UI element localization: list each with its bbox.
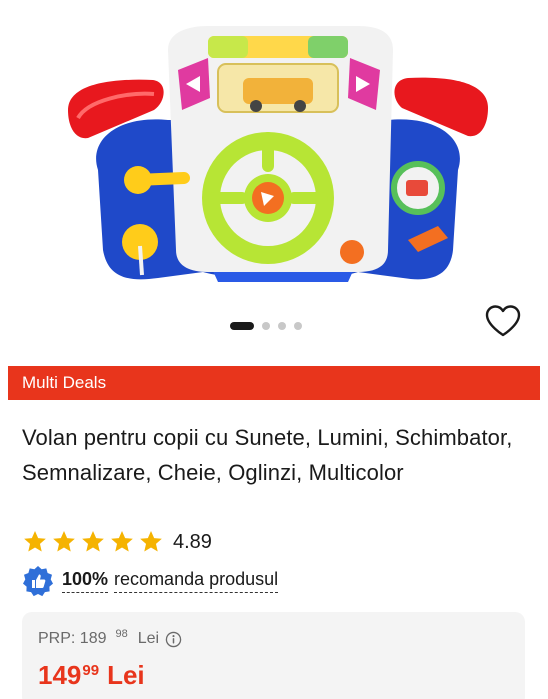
rating-stars	[22, 529, 164, 555]
prp-label: PRP: 189	[38, 630, 107, 647]
rating-summary[interactable]: 4.89	[22, 529, 212, 555]
price-currency: Lei	[107, 660, 145, 690]
price-box: PRP: 189 98 Lei 149 99 Lei	[22, 612, 525, 699]
price-decimals: 99	[82, 662, 100, 679]
recommended-retail-price: PRP: 189 98 Lei	[38, 628, 182, 648]
product-gallery[interactable]	[0, 0, 548, 348]
product-title: Volan pentru copii cu Sunete, Lumini, Sc…	[22, 425, 513, 485]
gallery-pagination	[230, 322, 302, 330]
thumbs-up-icon	[23, 566, 53, 597]
recommend-text: recomanda produsul	[114, 569, 279, 593]
pagination-dot[interactable]	[278, 322, 286, 330]
vendor-banner[interactable]: Multi Deals	[8, 366, 540, 400]
star-icon	[24, 530, 46, 552]
star-icon	[140, 530, 162, 552]
current-price: 149 99 Lei	[38, 660, 145, 691]
prp-currency: Lei	[137, 630, 160, 647]
rating-value: 4.89	[173, 530, 212, 553]
star-icon	[53, 530, 75, 552]
prp-decimals: 98	[115, 628, 128, 640]
recommend-percent: 100%	[62, 569, 109, 593]
product-image[interactable]	[58, 20, 498, 310]
star-icon	[111, 530, 133, 552]
info-icon[interactable]	[165, 631, 182, 648]
pagination-dot-active[interactable]	[230, 322, 254, 330]
recommendation-badge[interactable]: 100% recomanda produsul	[22, 565, 279, 597]
pagination-dot[interactable]	[294, 322, 302, 330]
star-icon	[82, 530, 104, 552]
pagination-dot[interactable]	[262, 322, 270, 330]
price-integer: 149	[38, 660, 82, 690]
heart-icon[interactable]	[484, 304, 522, 338]
vendor-name: Multi Deals	[22, 373, 107, 392]
